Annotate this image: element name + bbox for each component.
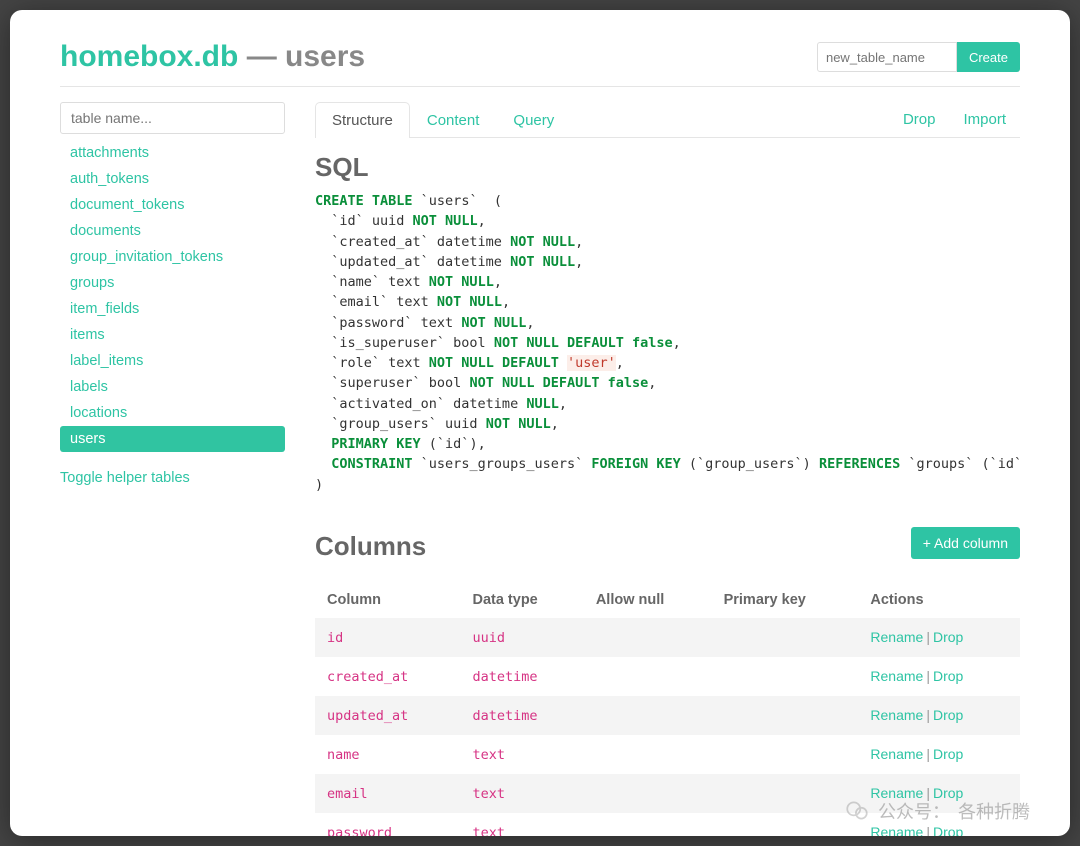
watermark: 公众号： 各种折腾 (844, 798, 1030, 824)
column-type: datetime (460, 696, 583, 735)
column-allow-null (584, 735, 712, 774)
app-window: homebox.db — users Create attachmentsaut… (10, 10, 1070, 836)
sidebar-table-item_fields[interactable]: item_fields (60, 296, 285, 322)
add-column-button[interactable]: + Add column (911, 527, 1020, 559)
sidebar-table-attachments[interactable]: attachments (60, 140, 285, 166)
sidebar-table-users[interactable]: users (60, 426, 285, 452)
sidebar-table-document_tokens[interactable]: document_tokens (60, 192, 285, 218)
column-primary-key (712, 657, 859, 696)
column-primary-key (712, 774, 859, 813)
column-row: created_atdatetime Rename|Drop (315, 657, 1020, 696)
column-allow-null (584, 813, 712, 836)
column-primary-key (712, 618, 859, 657)
title-separator: — (247, 40, 285, 73)
column-primary-key (712, 735, 859, 774)
column-type: text (460, 813, 583, 836)
tab-structure[interactable]: Structure (315, 102, 410, 138)
main-panel: StructureContentQueryDropImport SQL CREA… (315, 102, 1020, 836)
column-actions: Rename|Drop (858, 657, 1020, 696)
drop-link[interactable]: Drop (933, 668, 963, 684)
column-row: nametext Rename|Drop (315, 735, 1020, 774)
page-title: homebox.db — users (60, 40, 365, 74)
drop-link[interactable]: Drop (933, 629, 963, 645)
column-name: name (315, 735, 460, 774)
db-name-link[interactable]: homebox.db (60, 40, 238, 73)
sql-create-statement: CREATE TABLE `users` ( `id` uuid NOT NUL… (315, 191, 1020, 495)
sidebar-table-label_items[interactable]: label_items (60, 348, 285, 374)
columns-header: Data type (460, 582, 583, 618)
column-row: updated_atdatetime Rename|Drop (315, 696, 1020, 735)
drop-link[interactable]: Drop (933, 824, 963, 836)
rename-link[interactable]: Rename (870, 707, 923, 723)
tab-action-import[interactable]: Import (949, 102, 1020, 137)
column-actions: Rename|Drop (858, 735, 1020, 774)
watermark-text: 各种折腾 (958, 798, 1030, 824)
drop-link[interactable]: Drop (933, 707, 963, 723)
column-name: updated_at (315, 696, 460, 735)
sidebar-table-groups[interactable]: groups (60, 270, 285, 296)
new-table-form: Create (817, 42, 1020, 72)
columns-header: Primary key (712, 582, 859, 618)
rename-link[interactable]: Rename (870, 824, 923, 836)
column-name: id (315, 618, 460, 657)
tab-query[interactable]: Query (496, 102, 571, 138)
column-name: email (315, 774, 460, 813)
column-type: text (460, 735, 583, 774)
column-type: uuid (460, 618, 583, 657)
tab-action-drop[interactable]: Drop (889, 102, 950, 137)
column-actions: Rename|Drop (858, 696, 1020, 735)
sql-heading: SQL (315, 152, 1020, 183)
toggle-helper-tables-link[interactable]: Toggle helper tables (60, 470, 285, 486)
columns-heading: Columns (315, 531, 426, 562)
tab-bar: StructureContentQuery DropImport (315, 102, 1020, 138)
current-table-name: users (285, 40, 365, 73)
titlebar: homebox.db — users Create (60, 40, 1020, 87)
table-filter-input[interactable] (60, 102, 285, 134)
column-name: password (315, 813, 460, 836)
column-allow-null (584, 696, 712, 735)
column-primary-key (712, 696, 859, 735)
sidebar-table-labels[interactable]: labels (60, 374, 285, 400)
wechat-icon (844, 798, 870, 824)
columns-header: Column (315, 582, 460, 618)
sidebar-table-locations[interactable]: locations (60, 400, 285, 426)
columns-header: Actions (858, 582, 1020, 618)
column-name: created_at (315, 657, 460, 696)
tables-list: attachmentsauth_tokensdocument_tokensdoc… (60, 140, 285, 452)
sidebar-table-items[interactable]: items (60, 322, 285, 348)
watermark-prefix: 公众号： (878, 798, 950, 824)
column-allow-null (584, 774, 712, 813)
column-type: datetime (460, 657, 583, 696)
tab-content[interactable]: Content (410, 102, 497, 138)
rename-link[interactable]: Rename (870, 629, 923, 645)
sidebar-table-auth_tokens[interactable]: auth_tokens (60, 166, 285, 192)
columns-header: Allow null (584, 582, 712, 618)
rename-link[interactable]: Rename (870, 746, 923, 762)
column-type: text (460, 774, 583, 813)
rename-link[interactable]: Rename (870, 668, 923, 684)
column-actions: Rename|Drop (858, 618, 1020, 657)
create-table-button[interactable]: Create (957, 42, 1020, 72)
column-primary-key (712, 813, 859, 836)
drop-link[interactable]: Drop (933, 746, 963, 762)
new-table-name-input[interactable] (817, 42, 957, 72)
sidebar: attachmentsauth_tokensdocument_tokensdoc… (60, 102, 285, 836)
sidebar-table-documents[interactable]: documents (60, 218, 285, 244)
column-allow-null (584, 657, 712, 696)
column-allow-null (584, 618, 712, 657)
column-row: iduuid Rename|Drop (315, 618, 1020, 657)
sidebar-table-group_invitation_tokens[interactable]: group_invitation_tokens (60, 244, 285, 270)
